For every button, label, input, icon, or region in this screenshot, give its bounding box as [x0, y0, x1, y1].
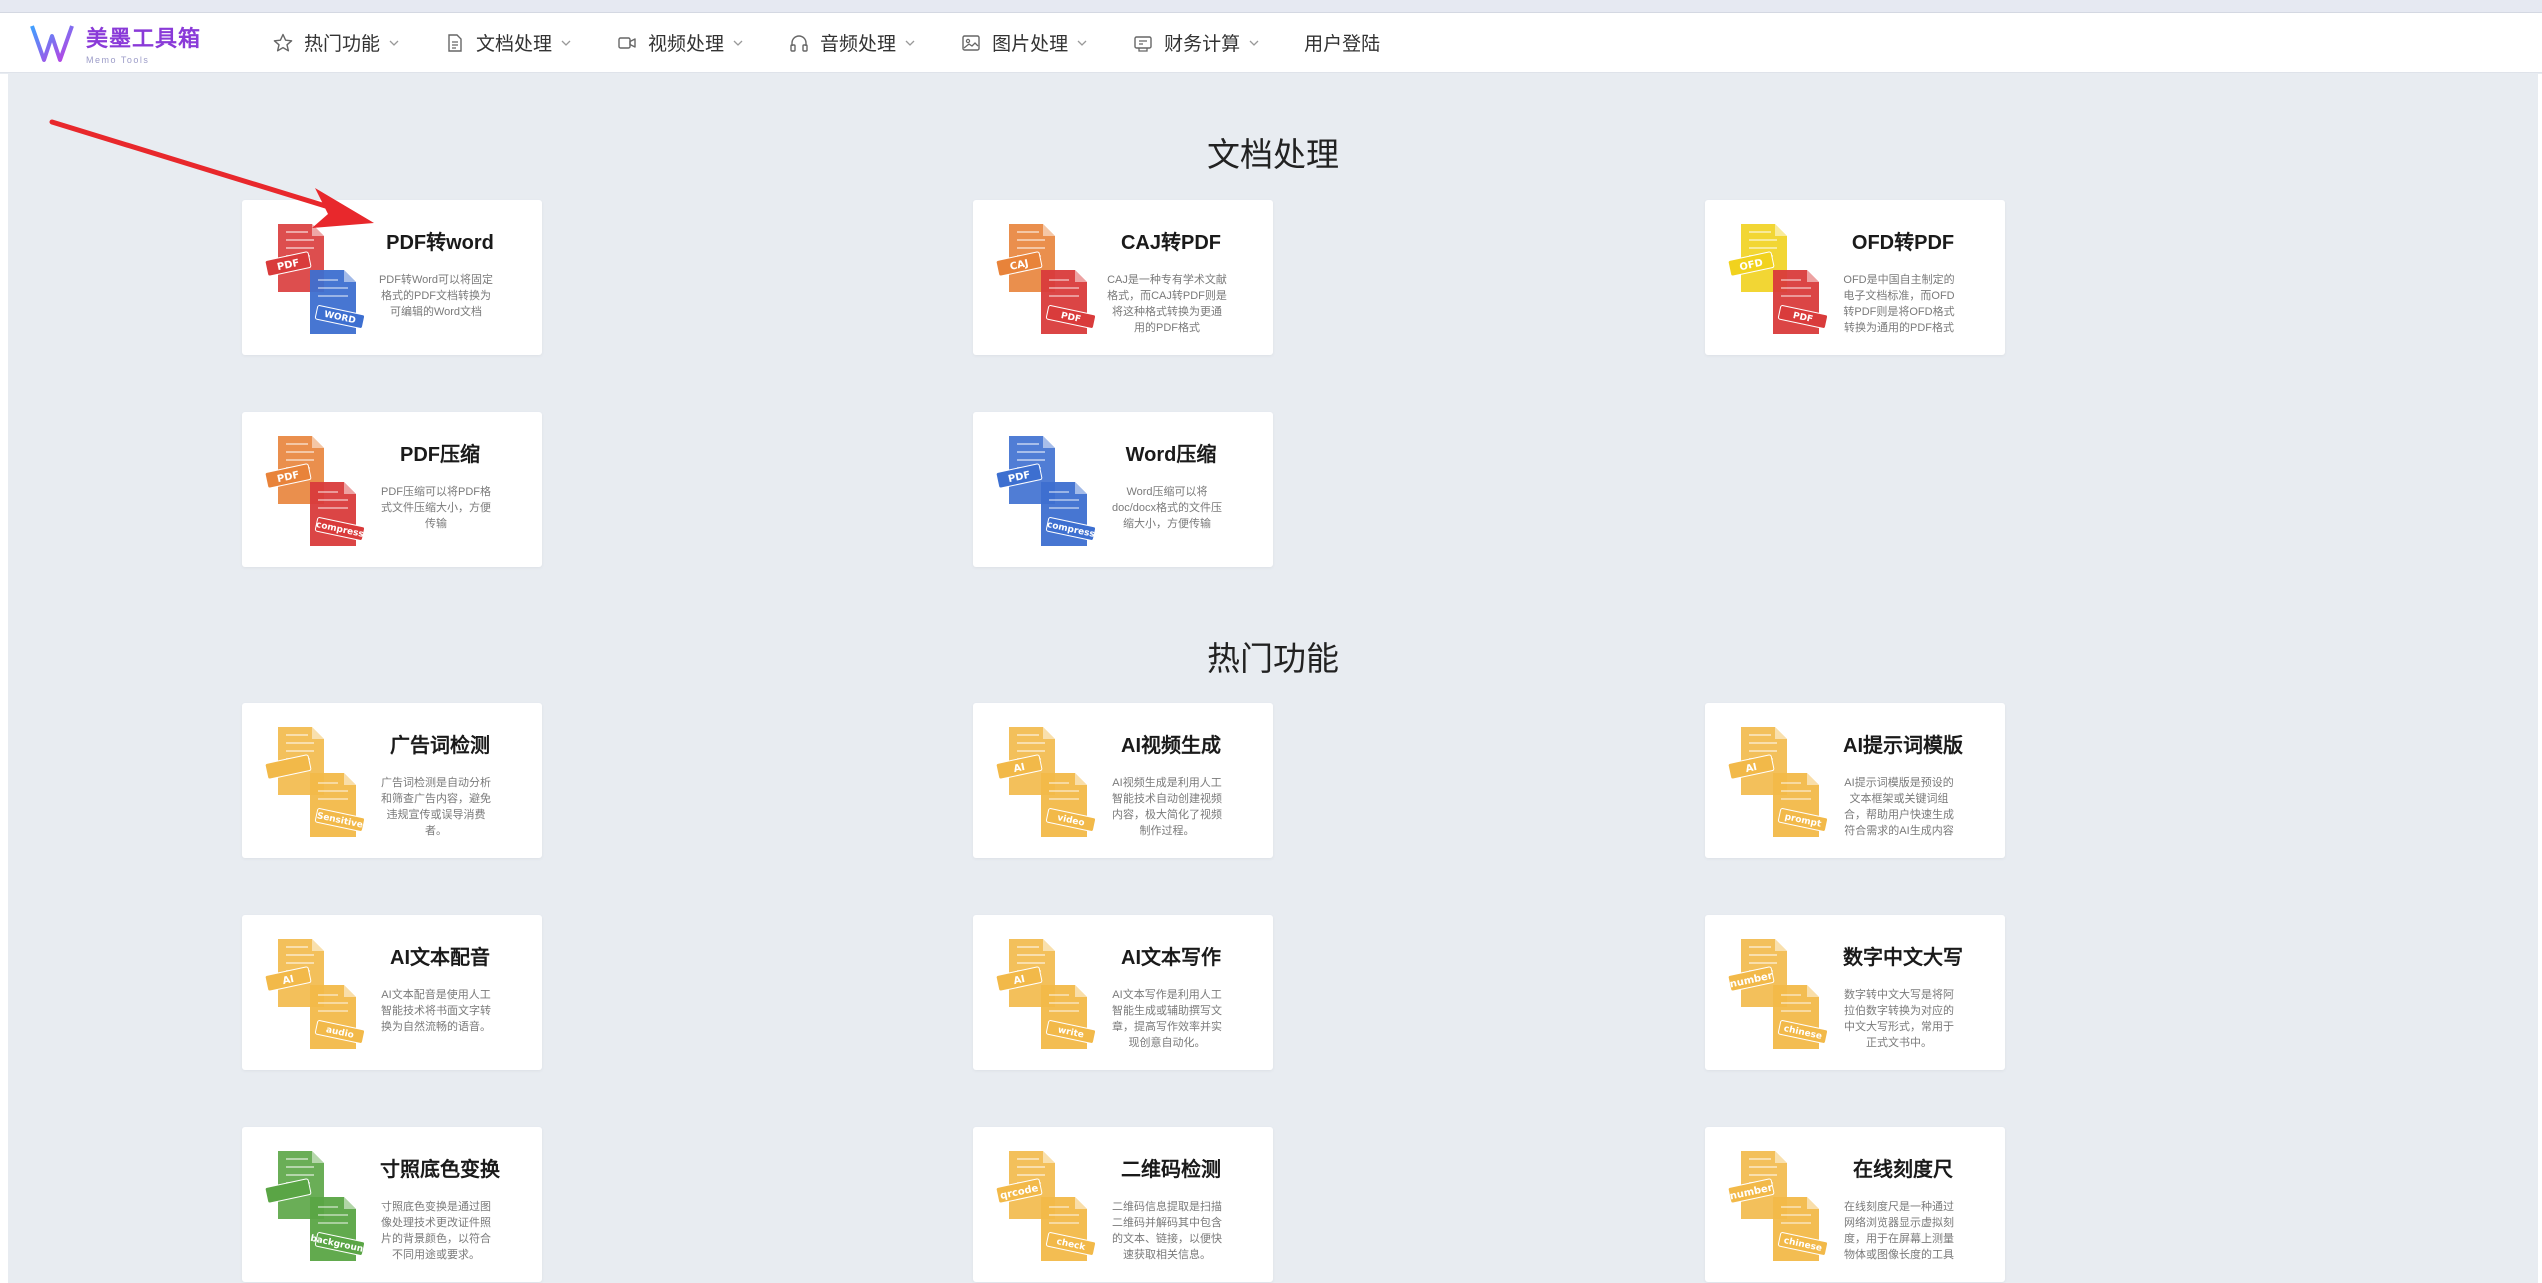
- nav-label: 文档处理: [476, 34, 553, 55]
- card-ofd-to-pdf[interactable]: OFD PDF OFD转PDF OFD是中国自主制定的电子文档标准，而OFD转PD…: [1705, 200, 2005, 355]
- card-ai-video[interactable]: AI video AI视频生成 AI视频生成是利用人工智能技术自动创建视频内容，极…: [973, 703, 1273, 858]
- chevron-down-icon: [1248, 37, 1260, 49]
- browser-top-strip: [0, 0, 2542, 13]
- card-description: 广告词检测是自动分析和筛查广告内容，避免违规宣传或误导消费者。: [381, 777, 491, 837]
- card-description: PDF转Word可以将固定格式的PDF文档转换为可编辑的Word文档: [378, 274, 494, 318]
- right-edge: [2538, 74, 2542, 1283]
- file-conversion-icon: CAJ PDF: [995, 218, 1097, 338]
- file-conversion-icon: qrcode check: [995, 1145, 1097, 1265]
- card-description: AI文本配音是使用人工智能技术将书面文字转换为自然流畅的语音。: [381, 989, 491, 1033]
- card-title: 在线刻度尺: [1853, 1159, 1953, 1181]
- card-ad-word-check[interactable]: Sensitive 广告词检测广告词检测是自动分析和筛查广告内容，避免违规宣传或…: [242, 703, 542, 858]
- file-conversion-icon: background: [264, 1145, 370, 1265]
- main-menu: 热门功能 文档处理 视频处理 音频处理 图片处理 财务计算 用户登陆: [252, 13, 1404, 73]
- card-caj-to-pdf[interactable]: CAJ PDF CAJ转PDF CAJ是一种专有学术文献格式，而CAJ转PDF则是…: [973, 200, 1273, 355]
- card-description: 二维码信息提取是扫描二维码并解码其中包含的文本、链接，以便快速获取相关信息。: [1112, 1201, 1222, 1261]
- file-conversion-icon: number chinese: [1727, 1145, 1829, 1265]
- card-number-to-chinese[interactable]: number chinese 数字中文大写数字转中文大写是将阿拉伯数字转换为对应…: [1705, 915, 2005, 1070]
- card-qrcode-check[interactable]: qrcode check 二维码检测二维码信息提取是扫描二维码并解码其中包含的文…: [973, 1127, 1273, 1282]
- video-icon: [616, 32, 638, 54]
- card-description: CAJ是一种专有学术文献格式，而CAJ转PDF则是将这种格式转换为更通用的PDF…: [1107, 274, 1227, 334]
- card-title: AI文本配音: [390, 947, 490, 969]
- chevron-down-icon: [732, 37, 744, 49]
- card-photo-background[interactable]: background 寸照底色变换寸照底色变换是通过图像处理技术更改证件照片的背…: [242, 1127, 542, 1282]
- left-edge: [0, 74, 8, 1283]
- file-conversion-icon: Sensitive: [264, 721, 366, 841]
- file-conversion-icon: PDF compress: [995, 430, 1097, 550]
- card-ai-prompt-template[interactable]: AI prompt AI提示词模版 AI提示词模版是预设的文本框架或关键词组合，帮…: [1705, 703, 2005, 858]
- card-description: 寸照底色变换是通过图像处理技术更改证件照片的背景颜色，以符合不同用途或要求。: [381, 1201, 491, 1261]
- card-title: CAJ转PDF: [1120, 232, 1221, 254]
- card-description: Word压缩可以将doc/docx格式的文件压缩大小，方便传输: [1111, 486, 1223, 530]
- card-title: Word压缩: [1125, 444, 1217, 466]
- card-title: 广告词检测: [390, 735, 490, 757]
- card-description: AI视频生成是利用人工智能技术自动创建视频内容，极大简化了视频制作过程。: [1112, 777, 1222, 837]
- nav-login[interactable]: 用户登陆: [1284, 13, 1400, 73]
- file-conversion-icon: AI write: [995, 933, 1097, 1053]
- nav-label: 音频处理: [820, 34, 897, 55]
- card-ai-text-voice[interactable]: AI audio AI文本配音 AI文本配音是使用人工智能技术将书面文字转换为自然…: [242, 915, 542, 1070]
- brand-title: 美墨工具箱: [86, 25, 202, 51]
- card-title: AI视频生成: [1121, 735, 1221, 757]
- card-description: 在线刻度尺是一种通过网络浏览器显示虚拟刻度，用于在屏幕上测量物体或图像长度的工具: [1844, 1201, 1954, 1261]
- nav-document[interactable]: 文档处理: [424, 13, 592, 73]
- card-description: OFD是中国自主制定的电子文档标准，而OFD转PDF则是将OFD格式转换为通用的…: [1843, 274, 1955, 334]
- nav-finance[interactable]: 财务计算: [1112, 13, 1280, 73]
- card-title: 寸照底色变换: [380, 1159, 500, 1181]
- svg-text:AI: AI: [1013, 762, 1027, 775]
- card-online-ruler[interactable]: number chinese 在线刻度尺在线刻度尺是一种通过网络浏览器显示虚拟刻…: [1705, 1127, 2005, 1282]
- card-title: 二维码检测: [1121, 1159, 1221, 1181]
- file-conversion-icon: AI video: [995, 721, 1097, 841]
- file-conversion-icon: OFD PDF: [1727, 218, 1829, 338]
- star-icon: [272, 32, 294, 54]
- svg-text:AI: AI: [1745, 762, 1759, 775]
- nav-image[interactable]: 图片处理: [940, 13, 1108, 73]
- card-title: PDF压缩: [400, 444, 480, 466]
- card-description: PDF压缩可以将PDF格式文件压缩大小，方便传输: [381, 486, 491, 530]
- card-pdf-to-word[interactable]: PDF WORD PDF转word PDF转Word可以将固定格式的PDF文档转换…: [242, 200, 542, 355]
- svg-text:AI: AI: [282, 974, 296, 987]
- document-icon: [444, 32, 466, 54]
- brand-logo[interactable]: 美墨工具箱 Memo Tools: [30, 13, 220, 73]
- nav-video[interactable]: 视频处理: [596, 13, 764, 73]
- card-word-compress[interactable]: PDF compress Word压缩 Word压缩可以将doc/docx格式的文…: [973, 412, 1273, 567]
- nav-label: 视频处理: [648, 34, 725, 55]
- headphones-icon: [788, 32, 810, 54]
- chevron-down-icon: [388, 37, 400, 49]
- logo-mark-icon: [30, 24, 78, 62]
- file-conversion-icon: AI audio: [264, 933, 366, 1053]
- file-conversion-icon: PDF WORD: [264, 218, 366, 338]
- card-pdf-compress[interactable]: PDF compress PDF压缩 PDF压缩可以将PDF格式文件压缩大小，方便…: [242, 412, 542, 567]
- card-title: AI文本写作: [1121, 947, 1221, 969]
- file-conversion-icon: AI prompt: [1727, 721, 1829, 841]
- section-title-documents: 文档处理: [1207, 136, 1339, 173]
- top-navbar: 美墨工具箱 Memo Tools 热门功能 文档处理 视频处理 音频处理 图片处…: [0, 13, 2542, 73]
- chevron-down-icon: [904, 37, 916, 49]
- card-title: AI提示词模版: [1843, 735, 1963, 757]
- card-ai-writing[interactable]: AI write AI文本写作 AI文本写作是利用人工智能生成或辅助撰写文章，提高…: [973, 915, 1273, 1070]
- chevron-down-icon: [1076, 37, 1088, 49]
- card-description: 数字转中文大写是将阿拉伯数字转换为对应的中文大写形式，常用于正式文书中。: [1844, 989, 1954, 1049]
- card-title: PDF转word: [386, 232, 494, 254]
- card-description: AI文本写作是利用人工智能生成或辅助撰写文章，提高写作效率并实现创意自动化。: [1112, 989, 1222, 1049]
- file-conversion-icon: PDF compress: [264, 430, 366, 550]
- chevron-down-icon: [560, 37, 572, 49]
- card-title: OFD转PDF: [1851, 232, 1955, 254]
- card-description: AI提示词模版是预设的文本框架或关键词组合，帮助用户快速生成符合需求的AI生成内…: [1844, 777, 1954, 837]
- image-icon: [960, 32, 982, 54]
- svg-text:AI: AI: [1013, 974, 1027, 987]
- card-title: 数字中文大写: [1843, 947, 1963, 969]
- file-conversion-icon: number chinese: [1727, 933, 1829, 1053]
- brand-subtitle: Memo Tools: [86, 54, 150, 65]
- nav-label: 图片处理: [992, 34, 1069, 55]
- calculator-icon: [1132, 32, 1154, 54]
- nav-label: 热门功能: [304, 34, 381, 55]
- nav-label: 财务计算: [1164, 34, 1241, 55]
- section-title-hot: 热门功能: [1207, 640, 1339, 677]
- nav-audio[interactable]: 音频处理: [768, 13, 936, 73]
- nav-hot-features[interactable]: 热门功能: [252, 13, 420, 73]
